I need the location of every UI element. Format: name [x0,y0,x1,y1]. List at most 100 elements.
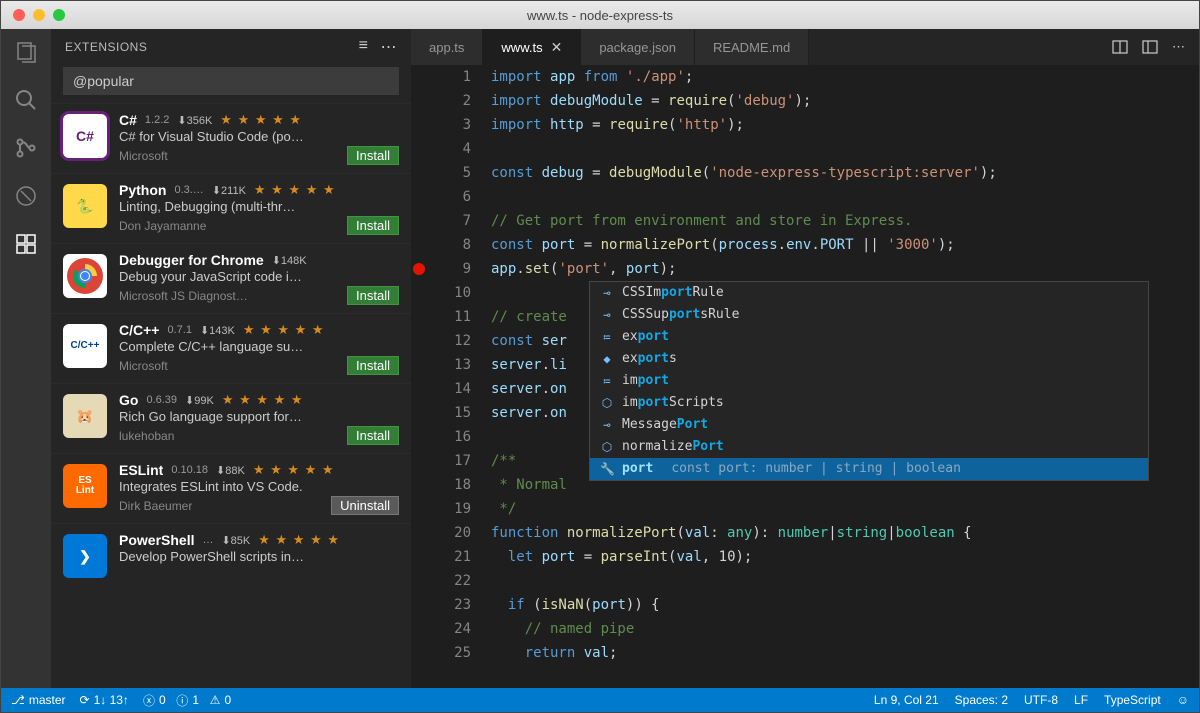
problems[interactable]: ⓧ 0 ⓘ 1 ⚠ 0 [143,692,231,709]
extension-item[interactable]: Debugger for Chrome⬇148KDebug your JavaS… [51,243,411,313]
code-line[interactable]: if (isNaN(port)) { [491,593,1181,617]
suggest-item[interactable]: ⊸MessagePort [590,414,1148,436]
tab-README-md[interactable]: README.md [695,29,809,65]
suggest-item[interactable]: ≔import [590,370,1148,392]
line-number[interactable]: 7 [429,209,471,233]
line-number[interactable]: 23 [429,593,471,617]
split-editor-icon[interactable] [1112,39,1128,55]
git-sync[interactable]: ⟳ 1↓ 13↑ [80,693,129,707]
line-number[interactable]: 11 [429,305,471,329]
layout-icon[interactable] [1142,39,1158,55]
code-line[interactable]: app.set('port', port); [491,257,1181,281]
suggest-label: CSSSupportsRule [622,303,739,327]
code-line[interactable] [491,185,1181,209]
line-number[interactable]: 21 [429,545,471,569]
line-number[interactable]: 9 [429,257,471,281]
install-button[interactable]: Install [347,146,399,165]
extension-name: C/C++ [119,322,159,338]
extension-description: Rich Go language support for… [119,409,399,424]
code-line[interactable]: // Get port from environment and store i… [491,209,1181,233]
extension-version: 0.7.1 [167,324,191,336]
extension-item[interactable]: C#C#1.2.2⬇356K★ ★ ★ ★ ★C# for Visual Stu… [51,103,411,173]
extensions-search-input[interactable] [63,67,399,95]
eol[interactable]: LF [1074,693,1088,707]
extension-description: Linting, Debugging (multi-thr… [119,199,399,214]
suggest-item[interactable]: ◆exports [590,348,1148,370]
filter-icon[interactable]: ≡ [359,37,369,57]
line-number[interactable]: 17 [429,449,471,473]
code-line[interactable]: let port = parseInt(val, 10); [491,545,1181,569]
line-number[interactable]: 3 [429,113,471,137]
encoding[interactable]: UTF-8 [1024,693,1058,707]
line-number[interactable]: 15 [429,401,471,425]
indent[interactable]: Spaces: 2 [955,693,1008,707]
line-number[interactable]: 20 [429,521,471,545]
suggest-item[interactable]: ⊸CSSSupportsRule [590,304,1148,326]
tab-app-ts[interactable]: app.ts [411,29,483,65]
tab-package-json[interactable]: package.json [581,29,695,65]
suggest-item[interactable]: ⬡normalizePort [590,436,1148,458]
suggest-label: importScripts [622,391,724,415]
more-editor-icon[interactable]: ⋯ [1172,39,1185,55]
close-tab-icon[interactable]: ✕ [551,39,563,56]
install-button[interactable]: Install [347,286,399,305]
line-number[interactable]: 4 [429,137,471,161]
code-line[interactable]: return val; [491,641,1181,665]
line-number[interactable]: 12 [429,329,471,353]
line-number[interactable]: 14 [429,377,471,401]
install-button[interactable]: Install [347,216,399,235]
code-line[interactable]: const port = normalizePort(process.env.P… [491,233,1181,257]
more-icon[interactable]: ⋯ [381,37,398,57]
line-number[interactable]: 5 [429,161,471,185]
language-mode[interactable]: TypeScript [1104,693,1161,707]
code-line[interactable]: import http = require('http'); [491,113,1181,137]
line-number[interactable]: 18 [429,473,471,497]
suggest-item[interactable]: ⊸CSSImportRule [590,282,1148,304]
uninstall-button[interactable]: Uninstall [331,496,399,515]
suggest-item[interactable]: ⬡importScripts [590,392,1148,414]
extensions-icon[interactable] [13,231,39,257]
suggest-widget[interactable]: ⊸CSSImportRule⊸CSSSupportsRule≔export◆ex… [589,281,1149,481]
code-line[interactable]: import app from './app'; [491,65,1181,89]
minimap[interactable] [1181,65,1199,688]
line-number[interactable]: 25 [429,641,471,665]
extension-item[interactable]: C/C++C/C++0.7.1⬇143K★ ★ ★ ★ ★Complete C/… [51,313,411,383]
source-control-icon[interactable] [13,135,39,161]
code-line[interactable]: // named pipe [491,617,1181,641]
line-number[interactable]: 19 [429,497,471,521]
install-button[interactable]: Install [347,356,399,375]
line-number[interactable]: 22 [429,569,471,593]
extensions-sidebar: EXTENSIONS ≡ ⋯ C#C#1.2.2⬇356K★ ★ ★ ★ ★C#… [51,29,411,688]
search-icon[interactable] [13,87,39,113]
extension-item[interactable]: ES LintESLint0.10.18⬇88K★ ★ ★ ★ ★Integra… [51,453,411,523]
line-number[interactable]: 2 [429,89,471,113]
code-line[interactable]: */ [491,497,1181,521]
line-number[interactable]: 13 [429,353,471,377]
line-number[interactable]: 6 [429,185,471,209]
debug-icon[interactable] [13,183,39,209]
suggest-item[interactable]: ≔export [590,326,1148,348]
line-number[interactable]: 8 [429,233,471,257]
breakpoint-icon[interactable] [413,263,425,275]
install-button[interactable]: Install [347,426,399,445]
extension-item[interactable]: 🐍Python0.3.…⬇211K★ ★ ★ ★ ★Linting, Debug… [51,173,411,243]
line-number[interactable]: 10 [429,281,471,305]
explorer-icon[interactable] [13,39,39,65]
code-line[interactable]: const debug = debugModule('node-express-… [491,161,1181,185]
tab-www-ts[interactable]: www.ts✕ [483,29,581,65]
code-line[interactable] [491,137,1181,161]
sidebar-title: EXTENSIONS [65,40,147,54]
git-branch[interactable]: ⎇ master [11,693,66,707]
extension-item[interactable]: ❯PowerShell…⬇85K★ ★ ★ ★ ★Develop PowerSh… [51,523,411,586]
line-number[interactable]: 16 [429,425,471,449]
suggest-item[interactable]: 🔧portconst port: number | string | boole… [590,458,1148,480]
feedback-icon[interactable]: ☺ [1177,693,1189,707]
code-line[interactable]: function normalizePort(val: any): number… [491,521,1181,545]
line-number[interactable]: 1 [429,65,471,89]
cursor-position[interactable]: Ln 9, Col 21 [874,693,939,707]
code-line[interactable]: import debugModule = require('debug'); [491,89,1181,113]
extension-item[interactable]: 🐹Go0.6.39⬇99K★ ★ ★ ★ ★Rich Go language s… [51,383,411,453]
line-number[interactable]: 24 [429,617,471,641]
suggest-kind-icon: ◆ [600,347,614,371]
code-line[interactable] [491,569,1181,593]
